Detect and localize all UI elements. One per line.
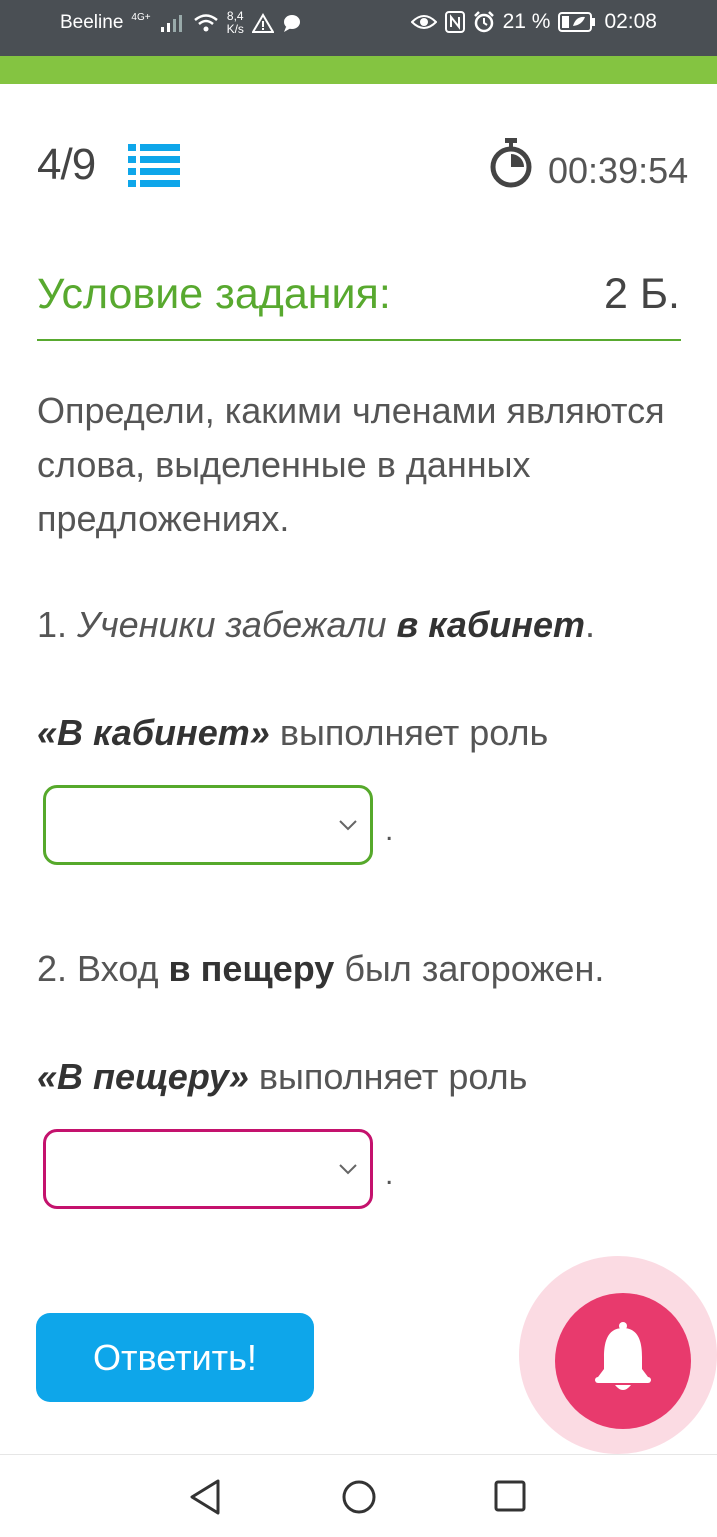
role-prompt-2: «В пещеру» выполняет роль [37, 1056, 528, 1097]
system-navigation-bar [0, 1454, 717, 1537]
divider [37, 339, 681, 341]
eye-icon [410, 15, 437, 29]
notification-button[interactable] [555, 1293, 691, 1429]
status-bar: Beeline 4G+ 8,4 K/s 21 % 02:08 [0, 0, 717, 56]
points-value: 2 Б. [603, 270, 680, 318]
sentence-1: 1. Ученики забежали в кабинет. [37, 604, 596, 645]
message-icon [283, 15, 300, 32]
wifi-icon [193, 14, 218, 32]
sentence-end-dot: . [385, 1158, 394, 1191]
nfc-icon [444, 11, 465, 33]
condition-title: Условие задания: [37, 270, 391, 318]
sentence-end-dot: . [385, 814, 394, 847]
network-speed: 8,4 K/s [226, 9, 244, 36]
network-type: 4G+ [131, 11, 151, 23]
battery-icon [558, 12, 596, 32]
list-icon[interactable] [128, 142, 180, 188]
warning-icon [251, 13, 274, 33]
bell-icon [595, 1322, 651, 1390]
back-triangle-icon[interactable] [188, 1479, 222, 1515]
recent-square-icon[interactable] [494, 1480, 526, 1512]
carrier-name: Beeline [60, 12, 124, 33]
stopwatch-icon [490, 138, 532, 188]
sentence-2: 2. Вход в пещеру был загорожен. [37, 948, 605, 989]
home-circle-icon[interactable] [341, 1479, 377, 1515]
role-prompt-1: «В кабинет» выполняет роль [37, 712, 549, 753]
battery-percent: 21 % [502, 10, 551, 33]
chevron-down-icon [339, 1164, 357, 1175]
signal-icon [160, 15, 182, 32]
answer-select-2[interactable] [43, 1129, 373, 1209]
top-accent-bar [0, 56, 717, 84]
alarm-icon [473, 11, 494, 33]
countdown-timer: 00:39:54 [548, 150, 689, 191]
task-instruction: Определи, какими членами являются слова,… [37, 390, 665, 539]
answer-select-1[interactable] [43, 785, 373, 865]
answer-button[interactable]: Ответить! [36, 1313, 314, 1402]
question-counter: 4/9 [37, 140, 96, 189]
chevron-down-icon [339, 820, 357, 831]
clock: 02:08 [604, 10, 657, 33]
